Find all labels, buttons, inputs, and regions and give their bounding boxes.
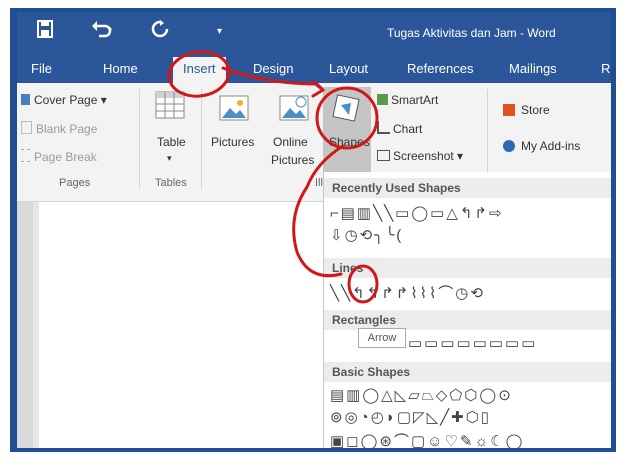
screenshot-frame: ▾ Tugas Aktivitas dan Jam - Word File Ho… — [0, 0, 624, 461]
word-window: ▾ Tugas Aktivitas dan Jam - Word File Ho… — [17, 12, 611, 448]
red-annotation-strokes — [167, 50, 379, 304]
